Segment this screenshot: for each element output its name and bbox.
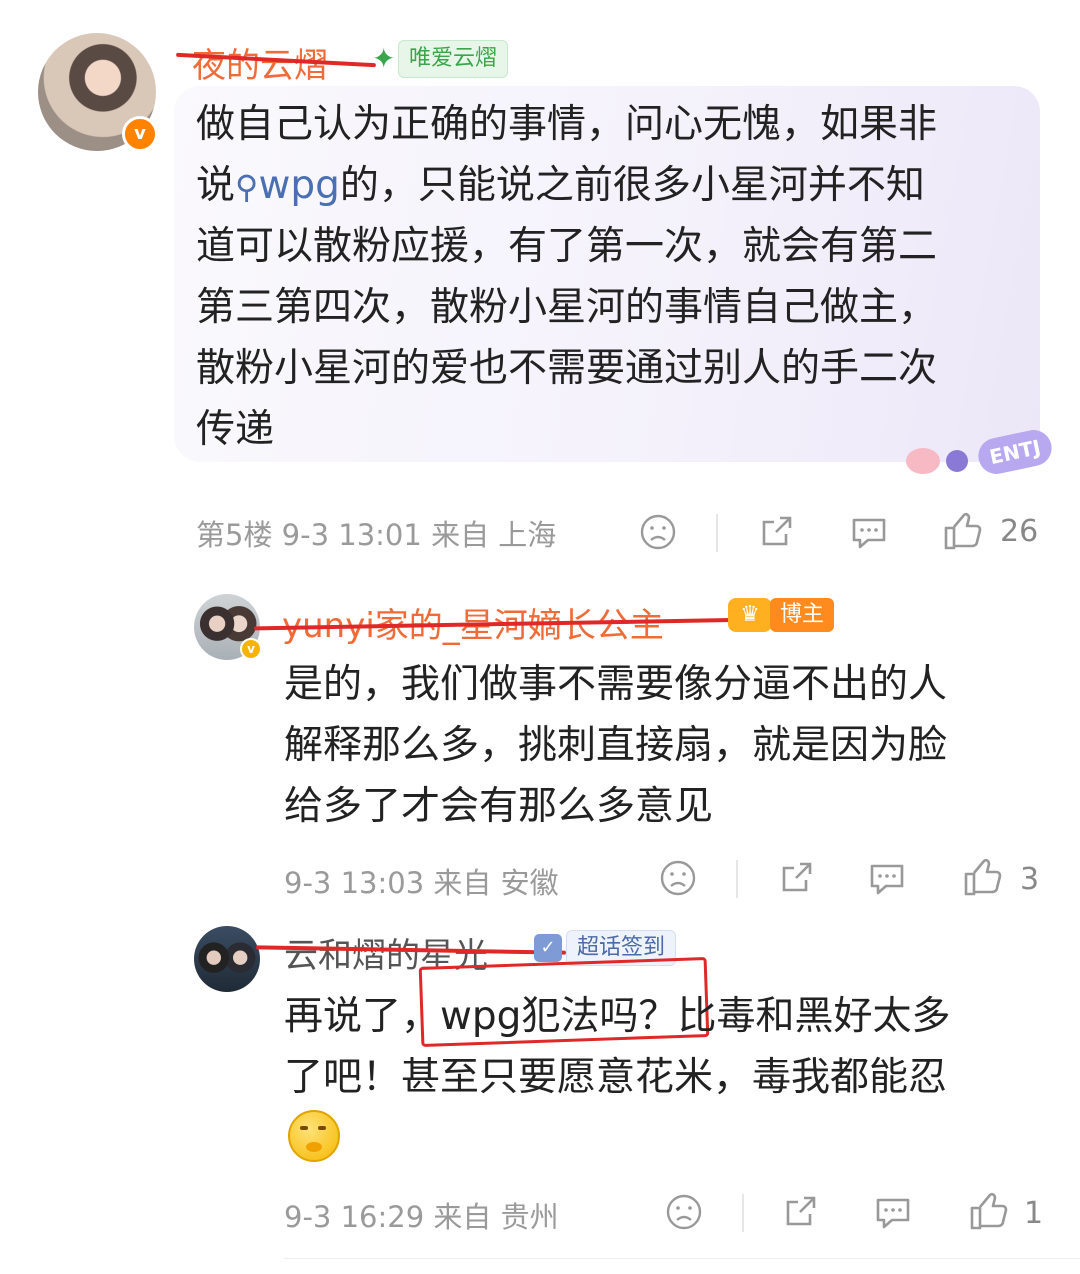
location: 来自 安徽 <box>433 866 559 900</box>
avatar[interactable] <box>194 926 260 992</box>
timestamp: 9-3 13:03 <box>284 866 425 900</box>
sticker-image: ENTJ <box>906 426 1055 482</box>
bottom-divider <box>284 1258 1080 1259</box>
share-icon[interactable] <box>756 512 796 556</box>
comment-icon[interactable] <box>866 858 908 902</box>
dislike-icon[interactable] <box>658 858 698 902</box>
share-icon[interactable] <box>776 858 816 902</box>
comment-line: 第三第四次，散粉小星河的事情自己做主， <box>196 285 938 330</box>
timestamp: 9-3 16:29 <box>284 1200 425 1234</box>
like-count: 1 <box>1024 1196 1044 1231</box>
share-icon[interactable] <box>780 1192 820 1236</box>
divider <box>742 1194 744 1232</box>
comment-icon[interactable] <box>872 1192 914 1236</box>
reply-line: 给多了才会有那么多意见 <box>284 784 714 829</box>
divider <box>716 514 718 552</box>
like-icon[interactable] <box>968 1190 1010 1236</box>
topic-link[interactable]: ⚲wpg <box>235 163 340 208</box>
search-icon: ⚲ <box>235 168 259 206</box>
thinking-emoji-icon <box>288 1110 340 1162</box>
divider <box>736 860 738 898</box>
verified-badge-icon: v <box>122 116 158 152</box>
location: 来自 上海 <box>431 518 557 552</box>
dislike-icon[interactable] <box>664 1192 704 1236</box>
reply-line: 是的，我们做事不需要像分逼不出的人 <box>284 662 948 707</box>
timestamp: 9-3 13:01 <box>281 518 422 552</box>
like-count: 26 <box>1000 514 1039 549</box>
like-icon[interactable] <box>962 856 1004 902</box>
crown-icon: ♛ <box>728 598 772 632</box>
blogger-tag: 博主 <box>770 598 835 632</box>
reply-line: 了吧！甚至只要愿意花米，毒我都能忍 <box>284 1055 948 1100</box>
highlighted-text: wpg犯法吗？ <box>440 994 678 1039</box>
reply-meta: 9-3 13:03 来自 安徽 <box>284 860 559 902</box>
fan-icon: ✦ <box>372 42 396 75</box>
comment-icon[interactable] <box>848 512 890 556</box>
floor-number: 第5楼 <box>196 518 273 552</box>
comment-line: 传递 <box>196 407 275 452</box>
comment-line: 道可以散粉应援，有了第一次，就会有第二 <box>196 224 938 269</box>
reply-line: 再说了，wpg犯法吗？比毒和黑好太多 <box>284 994 951 1039</box>
comment-line: 散粉小星河的爱也不需要通过别人的手二次 <box>196 346 938 391</box>
reply-meta: 9-3 16:29 来自 贵州 <box>284 1194 559 1236</box>
like-icon[interactable] <box>942 510 984 556</box>
comment-line: 做自己认为正确的事情，问心无愧，如果非 <box>196 102 938 147</box>
fan-tag: 唯爱云熠 <box>398 40 509 78</box>
like-count: 3 <box>1020 862 1040 897</box>
check-in-icon: ✓ <box>534 934 562 962</box>
reply-line: 解释那么多，挑刺直接扇，就是因为脸 <box>284 723 948 768</box>
dislike-icon[interactable] <box>638 512 678 556</box>
comment-meta: 第5楼 9-3 13:01 来自 上海 <box>196 512 556 554</box>
location: 来自 贵州 <box>433 1200 559 1234</box>
verified-badge-icon: v <box>240 638 262 660</box>
comment-line: 说⚲wpg的，只能说之前很多小星河并不知 <box>196 163 925 208</box>
